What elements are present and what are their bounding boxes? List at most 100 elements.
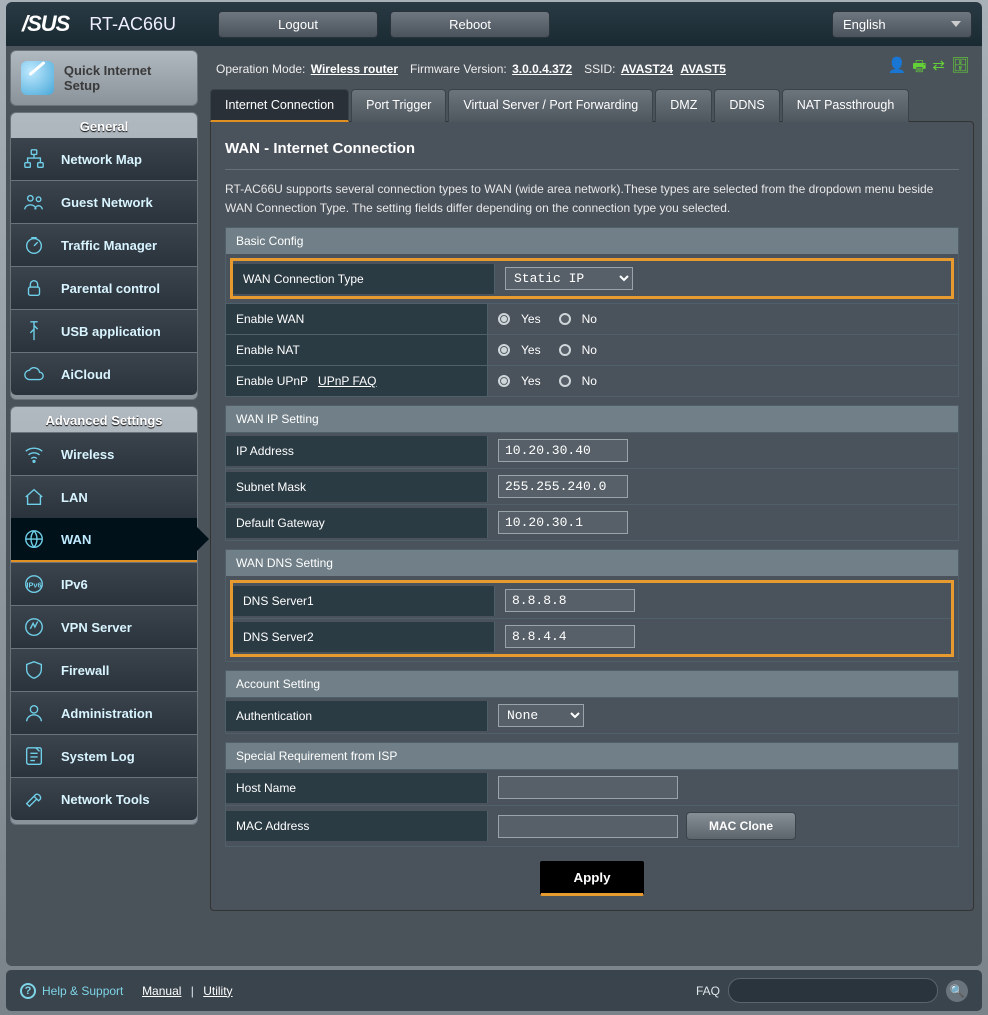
sidebar-item-label: Traffic Manager — [61, 238, 157, 253]
enable-upnp-label: Enable UPnPUPnP FAQ — [226, 366, 488, 396]
sidebar-item-parental-control[interactable]: Parental control — [11, 266, 197, 309]
panel: WAN - Internet Connection RT-AC66U suppo… — [210, 121, 974, 911]
model-name: RT-AC66U — [89, 14, 176, 35]
sidebar-item-network-map[interactable]: Network Map — [11, 138, 197, 180]
user-icon[interactable]: 👤 — [888, 56, 907, 81]
sidebar-item-aicloud[interactable]: AiCloud — [11, 352, 197, 395]
advanced-panel: Advanced Settings WirelessLAN WAN IPv6IPv6… — [10, 406, 198, 825]
enable-nat-no[interactable] — [559, 344, 571, 356]
tab-nat-passthrough[interactable]: NAT Passthrough — [782, 89, 910, 122]
fw-link[interactable]: 3.0.0.4.372 — [512, 62, 572, 76]
basic-config-group: Basic Config WAN Connection Type Static … — [225, 227, 959, 397]
topbar: /SUS RT-AC66U Logout Reboot English — [6, 2, 982, 46]
utility-link[interactable]: Utility — [203, 984, 232, 998]
sidebar-item-lan[interactable]: LAN — [11, 475, 197, 518]
wan-conn-type-select[interactable]: Static IP — [505, 267, 633, 290]
fw-label: Firmware Version: — [410, 62, 507, 76]
footer: ? Help & Support Manual | Utility FAQ 🔍 — [6, 970, 982, 1011]
page-title: WAN - Internet Connection — [225, 136, 959, 170]
host-input[interactable] — [498, 776, 678, 799]
mac-input[interactable] — [498, 815, 678, 838]
sidebar-item-wan[interactable]: WAN — [11, 518, 197, 562]
apply-button[interactable]: Apply — [540, 861, 643, 896]
printer-icon[interactable]: 🖶 — [912, 56, 926, 81]
ip-input[interactable] — [498, 439, 628, 462]
enable-wan-no[interactable] — [559, 313, 571, 325]
sidebar-item-label: AiCloud — [61, 367, 111, 382]
auth-label: Authentication — [226, 701, 488, 731]
enable-nat-label: Enable NAT — [226, 335, 488, 365]
faq-search-input[interactable] — [728, 978, 938, 1003]
quick-setup-label: Quick Internet Setup — [64, 63, 187, 93]
sidebar-item-firewall[interactable]: Firewall — [11, 648, 197, 691]
dns2-input[interactable] — [505, 625, 635, 648]
enable-upnp-no[interactable] — [559, 375, 571, 387]
svg-text:IPv6: IPv6 — [26, 581, 41, 590]
quick-internet-setup[interactable]: Quick Internet Setup — [11, 51, 197, 105]
vpn-server-icon — [19, 616, 49, 638]
sidebar-item-wireless[interactable]: Wireless — [11, 432, 197, 475]
mac-label: MAC Address — [226, 811, 488, 841]
auth-select[interactable]: None — [498, 704, 584, 727]
sidebar-item-network-tools[interactable]: Network Tools — [11, 777, 197, 820]
sidebar-item-ipv6[interactable]: IPv6IPv6 — [11, 562, 197, 605]
opmode-link[interactable]: Wireless router — [311, 62, 398, 76]
dns1-label: DNS Server1 — [233, 586, 495, 616]
mac-clone-button[interactable]: MAC Clone — [686, 812, 796, 840]
manual-link[interactable]: Manual — [142, 984, 181, 998]
traffic-manager-icon — [19, 234, 49, 256]
usb-application-icon — [19, 320, 49, 342]
dns1-input[interactable] — [505, 589, 635, 612]
tab-internet-connection[interactable]: Internet Connection — [210, 89, 349, 122]
ssid2-link[interactable]: AVAST5 — [680, 62, 726, 76]
system-log-icon — [19, 745, 49, 767]
aicloud-icon — [19, 363, 49, 385]
enable-upnp-yes[interactable] — [498, 375, 510, 387]
sidebar-item-label: USB application — [61, 324, 161, 339]
sidebar-item-vpn-server[interactable]: VPN Server — [11, 605, 197, 648]
subnet-input[interactable] — [498, 475, 628, 498]
tab-port-trigger[interactable]: Port Trigger — [351, 89, 446, 122]
faq-search-button[interactable]: 🔍 — [946, 980, 968, 1002]
enable-wan-yes[interactable] — [498, 313, 510, 325]
sidebar-item-label: Parental control — [61, 281, 160, 296]
storage-icon[interactable]: 🗄 — [951, 56, 970, 81]
language-dropdown[interactable]: English — [832, 11, 972, 38]
sidebar-item-usb-application[interactable]: USB application — [11, 309, 197, 352]
logout-button[interactable]: Logout — [218, 11, 378, 38]
sidebar-item-label: WAN — [61, 532, 91, 547]
brand-logo: /SUS — [22, 11, 69, 37]
gateway-input[interactable] — [498, 511, 628, 534]
general-panel: General Network MapGuest Network Traffic … — [10, 112, 198, 400]
account-group: Account Setting AuthenticationNone — [225, 670, 959, 734]
advanced-title: Advanced Settings — [11, 407, 197, 432]
wan-ip-head: WAN IP Setting — [226, 406, 958, 432]
reboot-button[interactable]: Reboot — [390, 11, 550, 38]
basic-config-head: Basic Config — [226, 228, 958, 254]
host-label: Host Name — [226, 773, 488, 803]
usb-icon[interactable]: ⇄ — [932, 56, 945, 81]
sidebar-item-guest-network[interactable]: Guest Network — [11, 180, 197, 223]
parental-control-icon — [19, 277, 49, 299]
tab-dmz[interactable]: DMZ — [655, 89, 712, 122]
general-title: General — [11, 113, 197, 138]
isp-head: Special Requirement from ISP — [226, 743, 958, 769]
network-tools-icon — [19, 788, 49, 810]
sidebar: Quick Internet Setup General Network Map… — [6, 46, 202, 966]
sidebar-item-traffic-manager[interactable]: Traffic Manager — [11, 223, 197, 266]
ssid1-link[interactable]: AVAST24 — [621, 62, 673, 76]
enable-nat-yes[interactable] — [498, 344, 510, 356]
firewall-icon — [19, 659, 49, 681]
wan-conn-type-label: WAN Connection Type — [233, 264, 495, 294]
upnp-faq-link[interactable]: UPnP FAQ — [318, 374, 376, 388]
page-description: RT-AC66U supports several connection typ… — [225, 180, 959, 217]
wan-dns-group: WAN DNS Setting DNS Server1 DNS Server2 — [225, 549, 959, 662]
sidebar-item-label: System Log — [61, 749, 135, 764]
sidebar-item-administration[interactable]: Administration — [11, 691, 197, 734]
sidebar-item-system-log[interactable]: System Log — [11, 734, 197, 777]
chevron-down-icon — [951, 21, 961, 27]
tab-virtual-server-port-forwarding[interactable]: Virtual Server / Port Forwarding — [448, 89, 653, 122]
row-enable-nat: Enable NAT Yes No — [226, 334, 958, 365]
quick-setup-panel: Quick Internet Setup — [10, 50, 198, 106]
tab-ddns[interactable]: DDNS — [714, 89, 779, 122]
